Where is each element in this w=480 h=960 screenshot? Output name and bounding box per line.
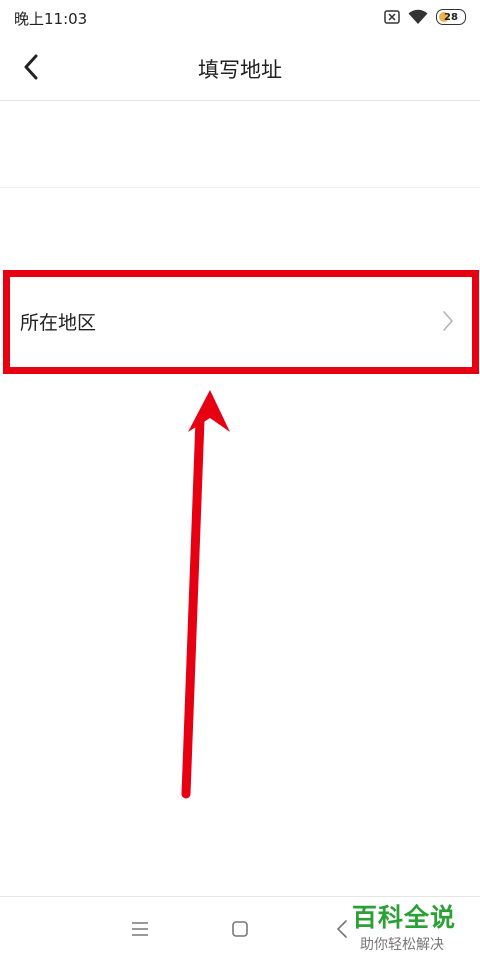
status-time: 晚上11:03	[14, 10, 88, 28]
home-button[interactable]	[228, 917, 252, 941]
status-icons: 28	[384, 7, 466, 27]
watermark-subtitle: 助你轻松解决	[360, 937, 444, 953]
form-row-empty[interactable]	[0, 101, 480, 188]
watermark-title: 百科全说	[352, 903, 457, 932]
pointer-arrow	[181, 390, 230, 799]
nav-back-button[interactable]	[330, 917, 354, 941]
highlight-box	[3, 270, 479, 374]
sim-icon	[384, 10, 400, 24]
status-bar: 晚上11:03 28	[0, 0, 480, 34]
header: 填写地址	[0, 34, 480, 101]
menu-button[interactable]	[128, 917, 152, 941]
page: 晚上11:03 28 填写地址 所在地区 百科全说 助你轻松解决	[0, 0, 480, 960]
menu-icon	[132, 922, 148, 936]
nav-back-icon	[336, 920, 347, 938]
battery-icon: 28	[436, 9, 466, 25]
home-icon	[232, 921, 248, 937]
page-title: 填写地址	[198, 58, 282, 82]
watermark: 百科全说 助你轻松解决	[352, 898, 468, 954]
wifi-icon	[408, 9, 428, 24]
battery-text: 28	[444, 11, 458, 23]
form-row-empty[interactable]	[0, 188, 480, 274]
